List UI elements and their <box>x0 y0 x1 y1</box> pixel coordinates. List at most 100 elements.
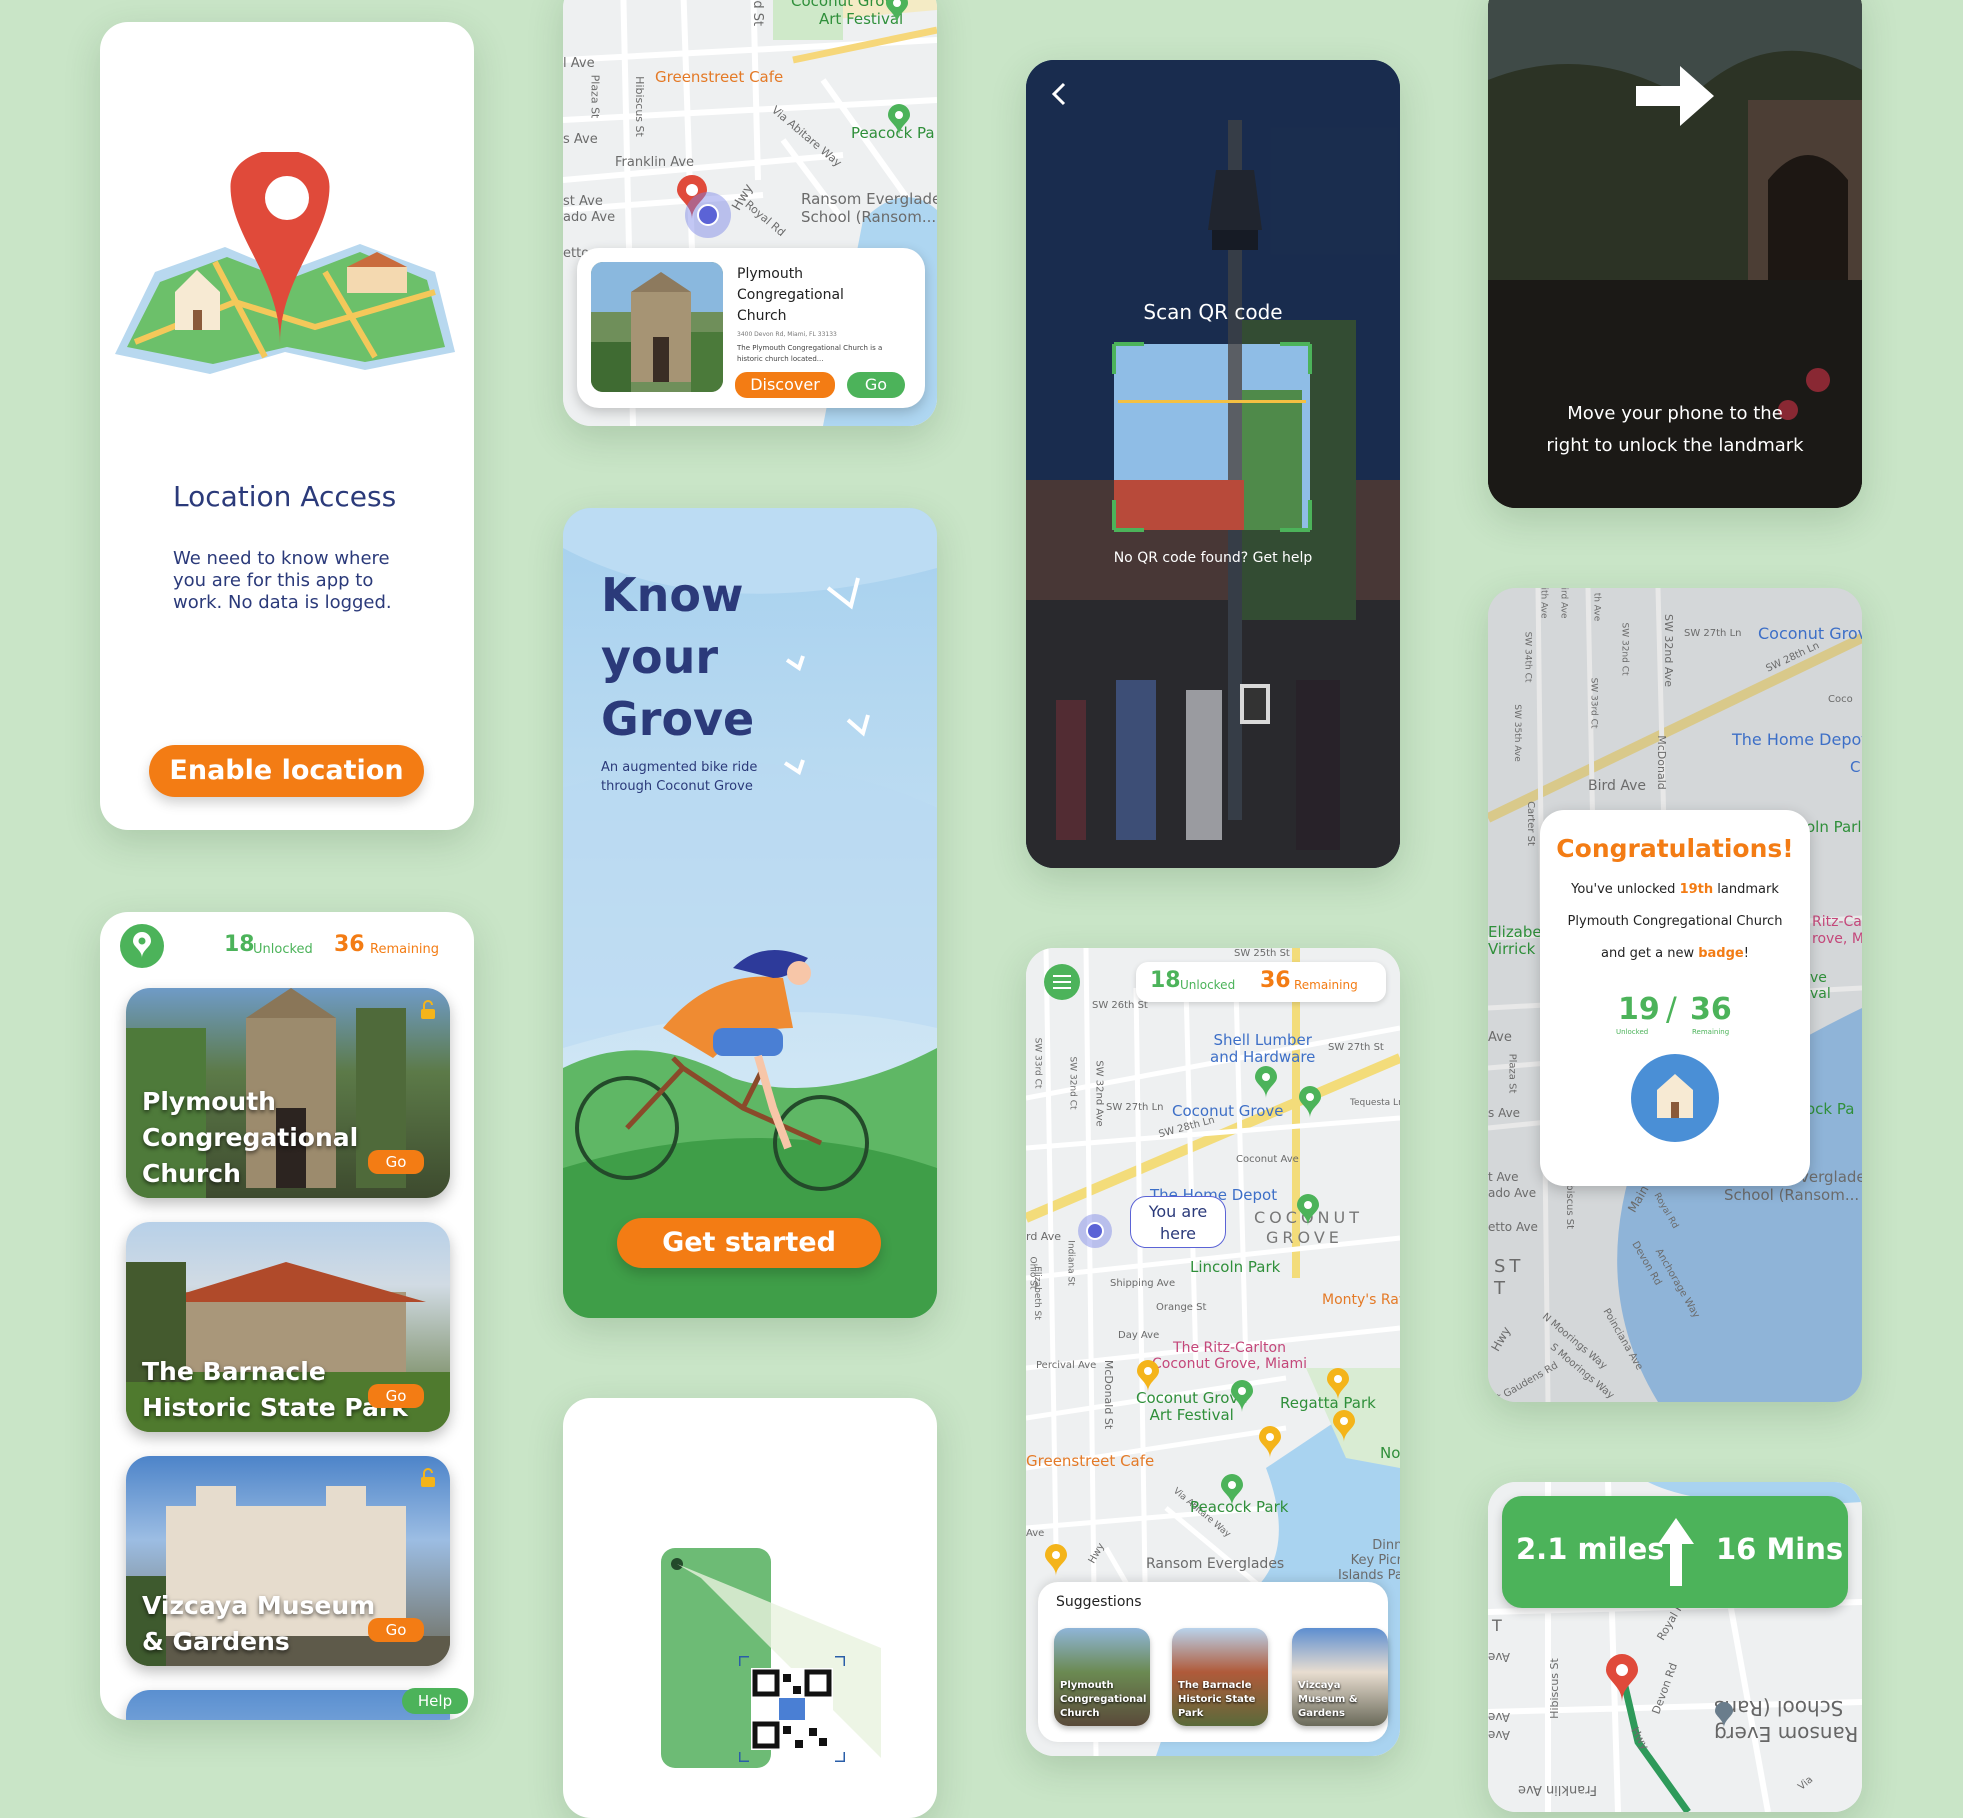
map-label: GROVE <box>1266 1228 1343 1247</box>
go-button[interactable]: Go <box>847 372 905 398</box>
scanner-help-link[interactable]: No QR code found? Get help <box>1026 550 1400 566</box>
map-label: Ave <box>1488 1710 1510 1724</box>
get-started-button[interactable]: Get started <box>617 1218 881 1268</box>
map-label: McDonald <box>1654 735 1668 790</box>
map-label: T <box>1494 1278 1505 1299</box>
map-label: verglade <box>1800 1168 1862 1186</box>
map-label: Ransom Everg <box>1714 1722 1859 1746</box>
splash-screen: Know your Grove An augmented bike ride t… <box>563 508 937 1318</box>
unlock-instruction-line: Move your phone to the <box>1567 403 1783 424</box>
congrats-total-count: 36 <box>1690 992 1732 1027</box>
map-pin-icon <box>888 104 910 136</box>
map-preview-screen: Coconut Grove Art Festival Greenstreet C… <box>563 0 937 426</box>
map-label: ado Ave <box>1488 1186 1537 1200</box>
congrats-text: ! <box>1743 946 1749 961</box>
suggestion-label: Vizcaya Museum & Gardens <box>1298 1680 1358 1719</box>
map-label: ock Pa <box>1806 1100 1855 1118</box>
congrats-badge-word: badge <box>1698 946 1744 961</box>
suggestion-card[interactable]: Vizcaya Museum & Gardens <box>1292 1628 1388 1726</box>
map-label: Franklin Ave <box>615 155 695 170</box>
landmark-title: Vizcaya Museum & Gardens <box>142 1591 376 1656</box>
map-label: Coconut Ave <box>1236 1154 1299 1165</box>
go-button[interactable]: Go <box>368 1384 424 1408</box>
map-label: st Ave <box>563 194 603 209</box>
landmark-list-screen: 18 Unlocked 36 Remaining Plymouth Congre… <box>100 912 474 1720</box>
congrats-text: You've unlocked <box>1571 882 1680 897</box>
popup-blurb: The Plymouth Congregational Church is a … <box>737 344 883 363</box>
popup-title-line: Church <box>737 308 787 324</box>
map-label: SW 25th St <box>1234 948 1290 959</box>
congrats-title: Congratulations! <box>1556 834 1794 863</box>
suggestion-card[interactable]: Plymouth Congregational Church <box>1054 1628 1150 1726</box>
map-label: School (Ransom... <box>801 208 937 226</box>
qr-instruction-screen <box>563 1398 937 1818</box>
landmark-card[interactable] <box>126 1690 450 1720</box>
map-label: Coco <box>1828 694 1853 705</box>
popup-title: Plymouth Congregational Church <box>737 264 844 327</box>
congrats-line-1: You've unlocked 19th landmark <box>1540 882 1810 897</box>
landmark-card[interactable]: The Barnacle Historic State Park Go <box>126 1222 450 1432</box>
congrats-ordinal: 19th <box>1679 882 1714 897</box>
scanner-title: Scan QR code <box>1143 300 1283 324</box>
congratulations-dialog: Congratulations! You've unlocked 19th la… <box>1540 810 1810 1186</box>
map-label: SW 35th Ave <box>1511 704 1522 762</box>
map-label: Hibiscus St <box>632 76 646 137</box>
suggestion-label: The Barnacle Historic State Park <box>1178 1680 1256 1719</box>
location-access-title: Location Access <box>173 480 397 513</box>
location-pin-button[interactable] <box>120 924 164 968</box>
enable-location-button[interactable]: Enable location <box>149 745 424 797</box>
menu-button[interactable] <box>1044 964 1080 1000</box>
remaining-label: Remaining <box>370 942 440 957</box>
map-label: s Ave <box>563 132 598 147</box>
badge-icon <box>1631 1054 1719 1142</box>
unlocked-label: Unlocked <box>1180 978 1236 992</box>
map-label-line: Shell Lumber <box>1213 1031 1312 1049</box>
map-label: ird Ave <box>1558 588 1569 619</box>
go-button[interactable]: Go <box>368 1150 424 1174</box>
congrats-line-3: and get a new badge! <box>1540 946 1810 961</box>
help-button[interactable]: Help <box>402 1688 468 1714</box>
church-photo <box>591 262 723 392</box>
map-label: Ave <box>1488 1650 1510 1664</box>
back-chevron[interactable] <box>1048 80 1072 108</box>
congrats-unlocked-label: Unlocked <box>1616 1028 1649 1036</box>
suggestions-panel: Suggestions Plymouth Congregational Chur… <box>1038 1582 1388 1742</box>
landmark-card[interactable]: Vizcaya Museum & Gardens Go <box>126 1456 450 1666</box>
map-label: DinnerKey PicnicIslands Park <box>1338 1538 1400 1583</box>
map-label-line: Dinner <box>1372 1538 1400 1553</box>
map-label: Indiana St <box>1065 1240 1076 1286</box>
map-label: Greenstreet Cafe <box>655 68 784 86</box>
map-label: Orange St <box>1156 1302 1207 1313</box>
destination-pin-icon <box>1606 1654 1638 1702</box>
map-pin-icon <box>1297 1194 1319 1226</box>
go-button[interactable]: Go <box>368 1618 424 1642</box>
map-label: SW 32nd Ave <box>1093 1060 1105 1127</box>
landmark-title: Plymouth Congregational Church <box>142 1087 359 1188</box>
map-label: Tequesta Ln <box>1350 1098 1400 1108</box>
map-label: Lincoln Park <box>1190 1258 1281 1276</box>
map-label: Shell Lumber and Hardware <box>1210 1032 1315 1066</box>
congratulations-screen: Coconut Grov SW 27th Ln SW 28th Ln Coco … <box>1488 588 1862 1402</box>
user-location-dot <box>685 192 731 238</box>
map-label: SW 34th Ct <box>1522 631 1533 683</box>
map-label-line: Ritz-Ca <box>1812 914 1862 930</box>
map-label: Ave <box>1488 1728 1510 1742</box>
map-label: Hibiscus St <box>1547 1658 1561 1719</box>
map-label-line: rove, M <box>1812 931 1862 947</box>
map-label-line: and Hardware <box>1210 1048 1316 1066</box>
suggestion-label: Plymouth Congregational Church <box>1060 1680 1147 1719</box>
progress-counter: 18 Unlocked 36 Remaining <box>1136 962 1386 1002</box>
map-pin-illustration <box>115 152 455 374</box>
discover-button[interactable]: Discover <box>735 372 835 398</box>
landmark-popup[interactable]: Plymouth Congregational Church 3400 Devo… <box>577 248 925 408</box>
map-label: SW 27th St <box>1328 1042 1384 1053</box>
map-label: etto Ave <box>1488 1220 1538 1234</box>
congrats-landmark-name: Plymouth Congregational Church <box>1567 914 1783 929</box>
user-location-dot <box>1078 1214 1112 1248</box>
popup-title-line: Congregational <box>737 287 844 303</box>
remaining-count: 36 <box>334 932 365 957</box>
landmark-card[interactable]: Plymouth Congregational Church Go <box>126 988 450 1198</box>
suggestion-card[interactable]: The Barnacle Historic State Park <box>1172 1628 1268 1726</box>
map-label: Percival Ave <box>1036 1360 1097 1371</box>
map-label: Coconut Grove <box>1172 1102 1284 1120</box>
